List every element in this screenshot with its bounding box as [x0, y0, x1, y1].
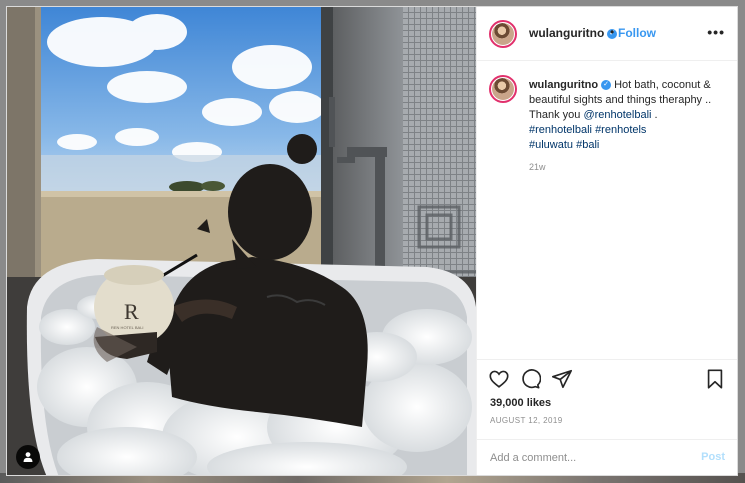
heart-icon[interactable] — [488, 368, 510, 390]
separator-dot: • — [610, 25, 615, 39]
hashtag-link[interactable]: #uluwatu — [529, 139, 573, 151]
post-date[interactable]: AUGUST 12, 2019 — [490, 416, 563, 425]
share-icon[interactable] — [551, 368, 573, 390]
comment-icon[interactable] — [519, 368, 541, 390]
caption-time-ago[interactable]: 21w — [529, 162, 546, 172]
coconut-logo-brand: REN HOTEL BALI — [111, 325, 144, 330]
follow-button[interactable]: Follow — [618, 26, 656, 40]
caption-area: wulanguritno ✓ Hot bath, coconut & beauti… — [477, 61, 737, 359]
caption-username[interactable]: wulanguritno — [529, 79, 598, 91]
likes-count[interactable]: 39,000 likes — [490, 397, 551, 409]
post-header: wulanguritno ✓ • Follow ••• — [477, 7, 737, 61]
post-photo[interactable]: R REN HOTEL BALI — [7, 7, 476, 475]
post-side-panel: wulanguritno ✓ • Follow ••• wulanguritno ✓… — [476, 7, 737, 475]
bathtub-photo-illustration: R REN HOTEL BALI — [7, 7, 476, 475]
caption-verified-badge-icon: ✓ — [601, 80, 612, 91]
caption-text: wulanguritno ✓ Hot bath, coconut & beauti… — [529, 78, 725, 153]
username-text: wulanguritno — [529, 26, 605, 40]
username-link[interactable]: wulanguritno ✓ — [529, 26, 618, 40]
mention-link[interactable]: @renhotelbali — [583, 109, 651, 121]
hashtag-link[interactable]: #bali — [576, 139, 599, 151]
hashtag-link[interactable]: #renhotelbali — [529, 124, 592, 136]
hashtag-link[interactable]: #renhotels — [595, 124, 646, 136]
comment-input[interactable] — [490, 449, 690, 467]
action-bar: 39,000 likes AUGUST 12, 2019 — [477, 359, 737, 439]
more-options-icon[interactable]: ••• — [707, 24, 725, 40]
user-tag-icon — [23, 452, 33, 462]
comment-form: Post — [477, 439, 737, 475]
caption-end: . — [654, 109, 658, 121]
bookmark-icon[interactable] — [704, 368, 726, 390]
post-modal: R REN HOTEL BALI wulanguritno ✓ • Follow … — [6, 6, 738, 476]
post-comment-button[interactable]: Post — [701, 451, 725, 463]
caption-avatar[interactable] — [489, 75, 517, 103]
avatar[interactable] — [489, 20, 517, 48]
user-tag-button[interactable] — [16, 445, 40, 469]
coconut-logo-letter: R — [124, 299, 139, 324]
